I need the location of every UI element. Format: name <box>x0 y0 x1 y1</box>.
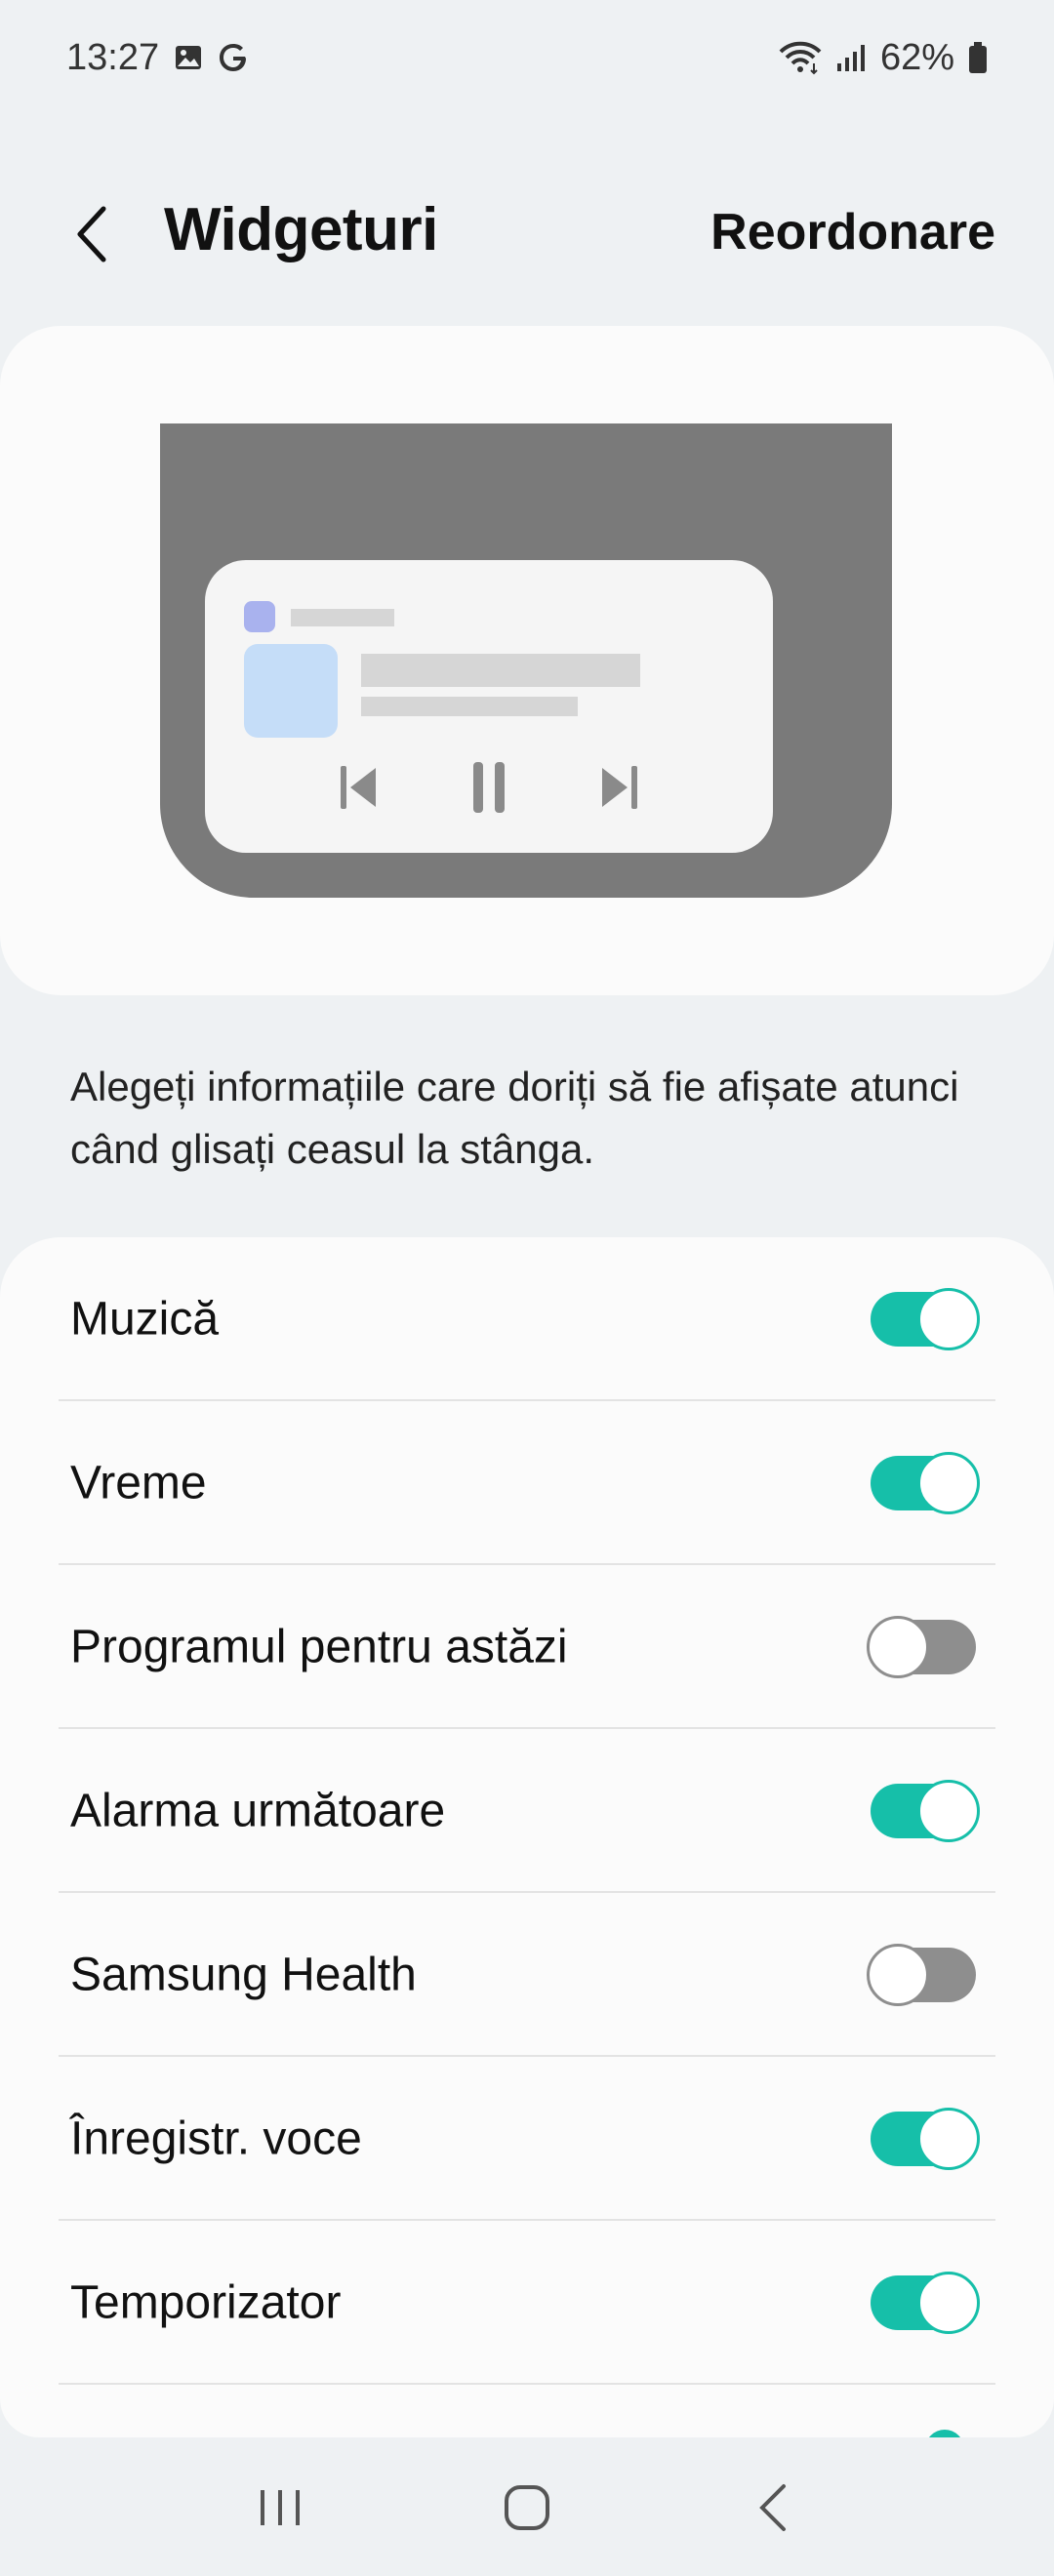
toggle-row-label: Alarma următoare <box>70 1785 446 1837</box>
toggle-row[interactable]: Vreme <box>0 1401 1054 1565</box>
toggle-row[interactable]: Programul pentru astăzi <box>0 1565 1054 1729</box>
toggle-knob <box>867 1944 929 2006</box>
watch-screen-preview <box>160 423 892 898</box>
back-nav-button[interactable] <box>725 2459 823 2556</box>
toggle-row[interactable]: Înregistr. voce <box>0 2057 1054 2221</box>
recents-button[interactable] <box>231 2459 329 2556</box>
wifi-icon <box>779 40 822 75</box>
toggle-row-label: Muzică <box>70 1293 220 1346</box>
recents-icon <box>260 2490 300 2525</box>
battery-icon <box>968 41 988 74</box>
next-icon <box>588 755 652 820</box>
battery-percent: 62% <box>879 36 954 78</box>
toggle-knob <box>917 2272 980 2334</box>
music-widget-preview <box>205 560 773 853</box>
reorder-button[interactable]: Reordonare <box>710 203 995 262</box>
status-left: 13:27 <box>66 37 249 79</box>
toggle-row[interactable]: Temporizator <box>0 2221 1054 2385</box>
toggle-switch[interactable] <box>871 2108 980 2170</box>
description-text: Alegeți informațiile care doriți să fie … <box>70 1064 959 1172</box>
signal-icon <box>835 42 867 73</box>
toggle-row-label: Vreme <box>70 1457 207 1509</box>
track-artist-placeholder <box>361 697 578 716</box>
toggle-row[interactable]: Alarma următoare <box>0 1729 1054 1893</box>
track-title-placeholder <box>361 654 640 687</box>
app-name-placeholder <box>291 609 394 626</box>
home-icon <box>504 2485 549 2530</box>
chevron-left-icon <box>77 206 106 262</box>
navigation-bar <box>0 2439 1054 2576</box>
album-art-placeholder <box>244 644 338 738</box>
toggle-row-label: Înregistr. voce <box>70 2113 362 2165</box>
toggle-knob <box>917 1288 980 1350</box>
pause-icon <box>457 755 521 820</box>
back-icon <box>759 2484 787 2531</box>
toggle-switch[interactable] <box>871 1452 980 1514</box>
toggle-switch[interactable] <box>867 1944 976 2006</box>
app-header: Widgeturi Reordonare <box>0 176 1054 293</box>
image-icon <box>173 42 204 73</box>
partial-toggle-switch <box>925 2430 964 2437</box>
toggle-switch[interactable] <box>867 1616 976 1678</box>
page-title: Widgeturi <box>164 196 438 263</box>
status-right: 62% <box>779 37 988 79</box>
home-button[interactable] <box>478 2459 576 2556</box>
row-divider <box>59 2383 995 2385</box>
toggle-row-label: Samsung Health <box>70 1949 417 2001</box>
app-indicator <box>244 601 275 632</box>
toggle-switch[interactable] <box>871 1288 980 1350</box>
playback-controls <box>205 755 773 820</box>
back-button[interactable] <box>61 203 123 265</box>
google-icon <box>218 42 249 73</box>
toggle-knob <box>867 1616 929 1678</box>
toggle-knob <box>917 2108 980 2170</box>
toggle-row-label: Programul pentru astăzi <box>70 1621 568 1673</box>
previous-icon <box>326 755 390 820</box>
toggle-knob <box>917 1452 980 1514</box>
toggle-row[interactable]: Muzică <box>0 1237 1054 1401</box>
toggle-switch[interactable] <box>871 1780 980 1842</box>
toggle-row[interactable]: Samsung Health <box>0 1893 1054 2057</box>
status-time: 13:27 <box>66 36 160 78</box>
toggle-knob <box>917 1780 980 1842</box>
status-bar: 13:27 62% <box>0 0 1054 115</box>
toggle-row-label: Temporizator <box>70 2276 342 2329</box>
toggle-switch[interactable] <box>871 2272 980 2334</box>
widget-preview-card <box>0 326 1054 995</box>
widget-toggle-list: Muzică Vreme Programul pentru astăzi Alarma… <box>0 1237 1054 2437</box>
